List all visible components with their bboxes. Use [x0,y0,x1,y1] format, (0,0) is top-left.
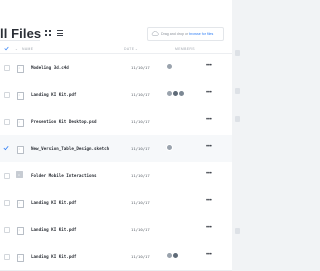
sort-icon[interactable]: ⌄ [15,47,18,51]
table-header: ⌄ NAME DATE ⌄ MEMBERS [0,44,232,54]
file-icon: ▫ [17,65,24,73]
sort-date-icon[interactable]: ⌄ [135,47,138,51]
file-date: 11/10/17 [131,227,150,232]
row-checkbox[interactable] [4,65,10,71]
file-name[interactable]: Landing KI Kit.pdf [31,92,76,97]
file-icon: ▫ [17,254,24,262]
file-icon: ▫ [17,200,24,208]
row-checkbox[interactable] [4,227,10,233]
more-options-icon[interactable]: ••• [206,198,212,204]
upload-drop-zone[interactable]: Drag and drop or browse for files [147,27,224,41]
table-row[interactable]: ▫ Modeling 3d.c4d 11/10/17 ••• [0,54,232,82]
file-name[interactable]: Landing KI Kit.pdf [31,254,76,259]
row-checkbox[interactable] [4,92,10,98]
file-name[interactable]: New_Version_Table_Design.sketch [31,146,109,151]
file-date: 11/10/17 [131,254,150,259]
avatar[interactable] [178,90,185,97]
select-all-checkbox[interactable] [4,46,9,51]
table-row[interactable]: ▫ Presention Kit Desktop.psd 11/10/17 ••• [0,108,232,136]
file-date: 11/10/17 [131,200,150,205]
file-date: 11/10/17 [131,92,150,97]
scroll-marker [235,116,240,122]
file-name[interactable]: Presention Kit Desktop.psd [31,119,97,124]
scroll-marker [235,88,240,94]
scroll-strip [232,0,240,240]
table-row[interactable]: ▫ Landing KI Kit.pdf 11/10/17 ••• [0,243,232,271]
row-checkbox[interactable] [4,173,10,179]
column-header-date[interactable]: DATE [124,47,134,51]
drop-zone-text: Drag and drop or [161,32,190,36]
file-date: 11/10/17 [131,65,150,70]
more-options-icon[interactable]: ••• [206,90,212,96]
file-date: 11/10/17 [131,173,150,178]
file-icon: ▫ [17,227,24,235]
more-options-icon[interactable]: ••• [206,225,212,231]
more-options-icon[interactable]: ••• [206,171,212,177]
column-header-members[interactable]: MEMBERS [175,47,195,51]
table-row[interactable]: ▫ Landing KI Kit.pdf 11/10/17 ••• [0,81,232,109]
grid-icon[interactable] [45,30,51,36]
scroll-marker [235,50,240,56]
file-name[interactable]: Folder Mobile Interactions [31,173,97,178]
table-row[interactable]: ▫ New_Version_Table_Design.sketch 11/10/17… [0,135,232,163]
table-row[interactable]: ▫ Landing KI Kit.pdf 11/10/17 ••• [0,189,232,217]
avatar[interactable] [166,144,173,151]
title-divider [0,40,40,41]
page-title: ll Files [0,26,42,41]
more-options-icon[interactable]: ••• [206,252,212,258]
avatar[interactable] [172,252,179,259]
file-name[interactable]: Landing KI Kit.pdf [31,200,76,205]
row-checkbox-checked[interactable] [3,145,9,151]
file-date: 11/10/17 [131,146,150,151]
file-manager-panel: ll Files Drag and drop or browse for fil… [0,0,232,271]
file-name[interactable]: Landing KI Kit.pdf [31,227,76,232]
folder-icon: □ [16,171,23,178]
more-options-icon[interactable]: ••• [206,144,212,150]
file-icon: ▫ [17,92,24,100]
scroll-marker [235,228,240,234]
file-icon: ▫ [17,119,24,127]
row-checkbox[interactable] [4,254,10,260]
cloud-upload-icon [151,31,159,36]
list-icon[interactable] [57,30,63,36]
row-checkbox[interactable] [4,119,10,125]
column-header-name[interactable]: NAME [22,47,33,51]
file-name[interactable]: Modeling 3d.c4d [31,65,69,70]
avatar[interactable] [166,63,173,70]
more-options-icon[interactable]: ••• [206,63,212,69]
browse-files-link[interactable]: browse for files [189,32,213,36]
table-row[interactable]: □ Folder Mobile Interactions 11/10/17 ••• [0,162,232,190]
file-icon: ▫ [17,146,24,154]
row-checkbox[interactable] [4,200,10,206]
file-date: 11/10/17 [131,119,150,124]
more-options-icon[interactable]: ••• [206,117,212,123]
